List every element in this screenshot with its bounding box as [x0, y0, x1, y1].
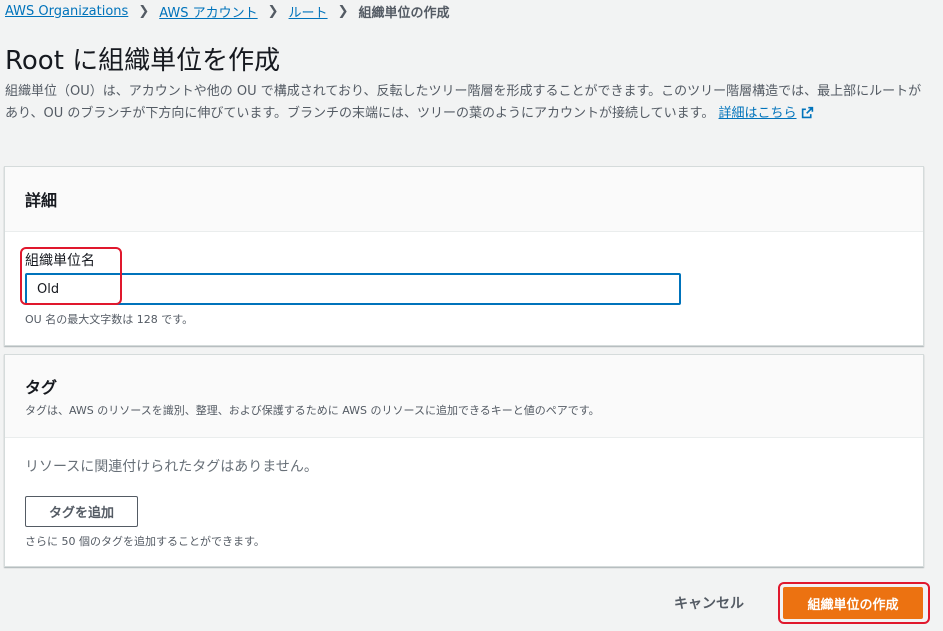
details-panel-body: 組織単位名 OU 名の最大文字数は 128 です。	[5, 232, 923, 346]
learn-more-link[interactable]: 詳細はこちら	[719, 106, 814, 121]
details-panel-title: 詳細	[25, 191, 58, 210]
breadcrumb-current: 組織単位の作成	[358, 5, 450, 21]
create-ou-button[interactable]: 組織単位の作成	[783, 587, 923, 619]
no-tags-text: リソースに関連付けられたタグはありません。	[25, 459, 318, 475]
chevron-right-icon: ❯	[337, 3, 349, 19]
tags-panel-header: タグ タグは、AWS のリソースを識別、整理、および保護するために AWS のリ…	[5, 355, 923, 438]
learn-more-label: 詳細はこちら	[718, 106, 797, 121]
tags-panel-body: リソースに関連付けられたタグはありません。 タグを追加 さらに 50 個のタグを…	[5, 438, 923, 566]
tags-limit-hint: さらに 50 個のタグを追加することができます。	[25, 535, 265, 548]
tags-panel: タグ タグは、AWS のリソースを識別、整理、および保護するために AWS のリ…	[4, 354, 924, 567]
ou-name-label: 組織単位名	[25, 253, 95, 269]
breadcrumb-aws-organizations[interactable]: AWS Organizations	[5, 4, 128, 19]
details-panel: 詳細 組織単位名 OU 名の最大文字数は 128 です。	[4, 166, 924, 346]
external-link-icon	[801, 106, 813, 119]
tags-panel-title: タグ	[25, 378, 58, 397]
cancel-button[interactable]: キャンセル	[662, 588, 756, 618]
ou-name-input[interactable]	[25, 273, 681, 305]
page-title: Root に組織単位を作成	[5, 46, 281, 76]
add-tag-button[interactable]: タグを追加	[25, 496, 138, 527]
details-panel-header: 詳細	[5, 167, 923, 232]
chevron-right-icon: ❯	[138, 3, 150, 19]
ou-name-hint: OU 名の最大文字数は 128 です。	[25, 313, 194, 326]
tags-description: タグは、AWS のリソースを識別、整理、および保護するために AWS のリソース…	[25, 404, 600, 417]
breadcrumb-aws-accounts[interactable]: AWS アカウント	[159, 2, 257, 21]
chevron-right-icon: ❯	[267, 3, 279, 19]
breadcrumb-root[interactable]: ルート	[289, 2, 328, 21]
breadcrumb: AWS Organizations ❯ AWS アカウント ❯ ルート ❯ 組織…	[5, 1, 449, 21]
page-description: 組織単位（OU）は、アカウントや他の OU で構成されており、反転したツリー階層…	[5, 81, 923, 125]
